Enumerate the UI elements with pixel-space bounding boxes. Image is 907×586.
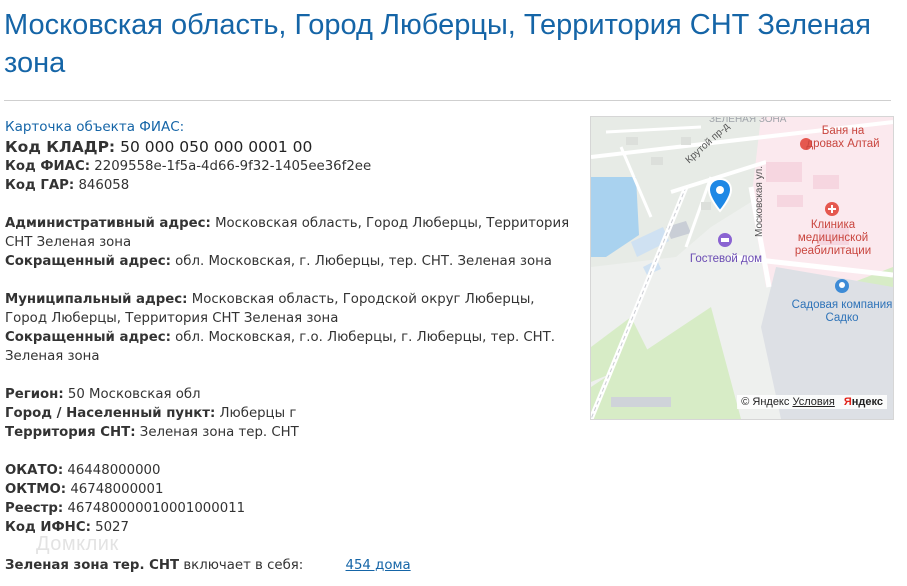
territory-label: Территория СНТ: [5,425,136,440]
kladr-row: Код КЛАДР: 50 000 050 000 0001 00 [5,137,580,157]
city-label: Город / Населенный пункт: [5,406,216,421]
map-label-street2: Московская ул. [754,166,765,237]
fias-card: Карточка объекта ФИАС: Код КЛАДР: 50 000… [5,118,580,537]
gar-row: Код ГАР: 846058 [5,176,580,195]
fias-card-link[interactable]: Карточка объекта ФИАС: [5,119,184,135]
admin-short-label: Сокращенный адрес: [5,254,171,269]
map-label-guest[interactable]: Гостевой дом [686,253,766,266]
region-label: Регион: [5,387,64,402]
yandex-logo[interactable]: Яндекс [844,396,883,408]
municipal-short-row: Сокращенный адрес: обл. Московская, г.о.… [5,328,580,366]
houses-summary: Зеленая зона тер. СНТ включает в себя: 4… [5,556,411,575]
domclick-watermark-logo: Домклик [36,533,119,555]
fias-label: Код ФИАС: [5,159,91,174]
map-copyright: © Яндекс Условия Яндекс [737,395,887,409]
oktmo-label: ОКТМО: [5,482,67,497]
hotel-poi-icon[interactable] [717,232,733,248]
registry-value: 467480000010001000011 [67,501,246,516]
houses-summary-text: включает в себя: [183,558,304,573]
municipal-address-row: Муниципальный адрес: Московская область,… [5,290,580,328]
map-label-garden[interactable]: Садовая компания Садко [789,299,893,325]
registry-row: Реестр: 467480000010001000011 [5,499,580,518]
region-value: 50 Московская обл [67,387,201,402]
map-label-clinic[interactable]: Клиника медицинской реабилитации [783,219,883,258]
houses-count-link[interactable]: 454 дома [346,558,411,573]
map-copyright-text: © Яндекс [741,396,790,408]
kladr-label: Код КЛАДР: [5,138,116,156]
kladr-value: 50 000 050 000 0001 00 [120,138,313,156]
region-row: Регион: 50 Московская обл [5,385,580,404]
okato-row: ОКАТО: 46448000000 [5,461,580,480]
municipal-address-label: Муниципальный адрес: [5,292,188,307]
gar-label: Код ГАР: [5,178,75,193]
admin-address-label: Административный адрес: [5,216,211,231]
map-canvas [591,117,893,419]
territory-row: Территория СНТ: Зеленая зона тер. СНТ [5,423,580,442]
admin-short-value: обл. Московская, г. Люберцы, тер. СНТ. З… [175,254,552,269]
map-label-banya[interactable]: Баня на дровах Алтай [805,125,881,151]
city-row: Город / Населенный пункт: Люберцы г [5,404,580,423]
registry-label: Реестр: [5,501,64,516]
admin-address-row: Административный адрес: Московская облас… [5,214,580,252]
location-map[interactable]: ЗЕЛЕНАЯ ЗОНА Баня на дровах Алтай Клиник… [590,116,894,420]
city-value: Люберцы г [219,406,297,421]
clinic-poi-icon[interactable] [824,201,840,217]
fias-value: 2209558e-1f5a-4d66-9f32-1405ee36f2ee [94,159,372,174]
oktmo-row: ОКТМО: 46748000001 [5,480,580,499]
territory-value: Зеленая зона тер. СНТ [139,425,299,440]
houses-summary-label: Зеленая зона тер. СНТ [5,558,180,573]
okato-value: 46448000000 [67,463,161,478]
fias-row: Код ФИАС: 2209558e-1f5a-4d66-9f32-1405ee… [5,157,580,176]
okato-label: ОКАТО: [5,463,64,478]
page-title: Московская область, Город Люберцы, Терри… [4,9,871,79]
admin-short-row: Сокращенный адрес: обл. Московская, г. Л… [5,252,580,271]
municipal-short-label: Сокращенный адрес: [5,330,171,345]
map-terms-link[interactable]: Условия [792,396,834,408]
garden-poi-icon[interactable] [834,278,850,294]
divider [4,100,891,101]
location-pin-icon[interactable] [706,177,734,215]
gar-value: 846058 [78,178,130,193]
oktmo-value: 46748000001 [70,482,164,497]
